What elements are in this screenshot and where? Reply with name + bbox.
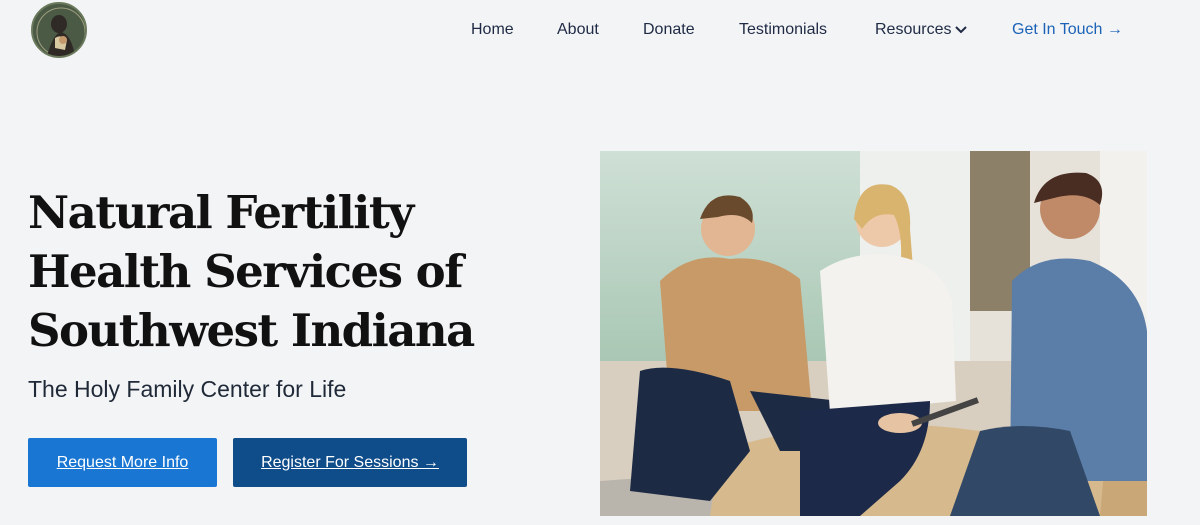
nav-about[interactable]: About xyxy=(557,18,599,42)
hero-subtitle: The Holy Family Center for Life xyxy=(28,376,347,402)
counseling-session-photo xyxy=(600,151,1147,516)
hero-title-line: Natural Fertility xyxy=(28,186,414,239)
request-more-info-button[interactable]: Request More Info xyxy=(28,438,217,487)
hero-title: Natural Fertility Health Services of Sou… xyxy=(28,183,488,360)
nav-get-in-touch[interactable]: Get In Touch → xyxy=(1012,18,1123,42)
nav-resources[interactable]: Resources xyxy=(875,18,968,42)
main-nav: Home About Donate Testimonials Resources… xyxy=(0,18,1200,42)
chevron-down-icon xyxy=(955,26,968,34)
hero-title-line: Southwest Indiana xyxy=(28,304,475,357)
nav-resources-label: Resources xyxy=(875,21,952,38)
register-for-sessions-button[interactable]: Register For Sessions → xyxy=(233,438,467,487)
nav-testimonials[interactable]: Testimonials xyxy=(739,18,827,42)
nav-donate[interactable]: Donate xyxy=(643,18,695,42)
nav-home[interactable]: Home xyxy=(471,18,514,42)
hero-image xyxy=(600,151,1147,516)
hero-title-line: Health Services of xyxy=(28,245,464,298)
